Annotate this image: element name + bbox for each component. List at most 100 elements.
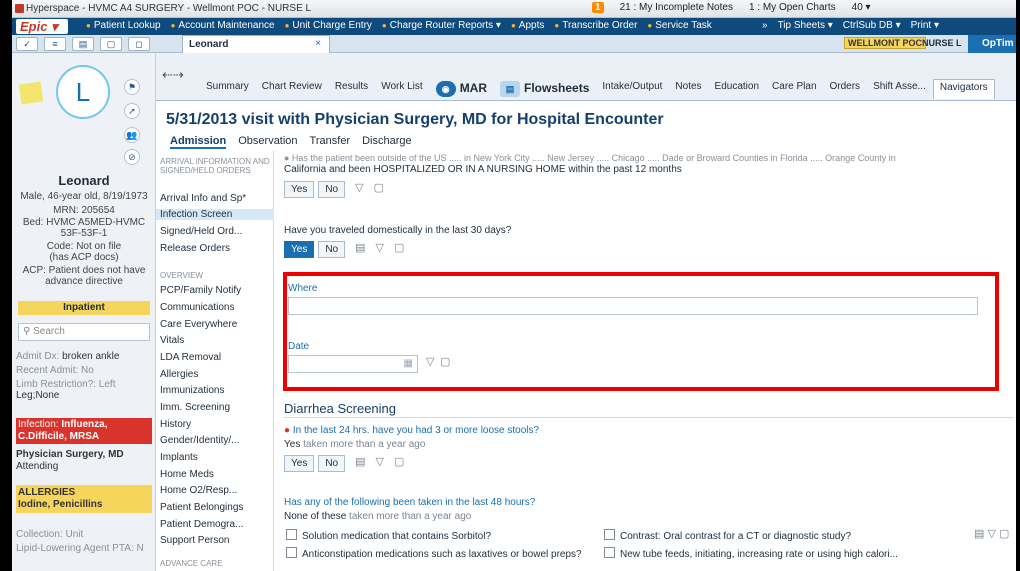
comment-icon[interactable]: ▢ (394, 455, 404, 472)
filter-icon[interactable]: ▽ (376, 455, 384, 472)
tab-flowsheets[interactable]: ▤ Flowsheets (494, 79, 596, 99)
pin-icon[interactable]: ✓ (16, 37, 38, 51)
menu-tip-sheets[interactable]: Tip Sheets ▾ (778, 20, 833, 31)
list-icon[interactable]: ≡ (44, 37, 66, 51)
tab-education[interactable]: Education (709, 79, 766, 99)
disable-icon[interactable]: ⊘ (124, 149, 140, 165)
care-team-icon[interactable]: ⚑ (124, 79, 140, 95)
domestic-travel-yes-button[interactable]: Yes (284, 241, 315, 258)
menu-ctrlsub-db[interactable]: CtrlSub DB ▾ (843, 20, 901, 31)
messages-button[interactable]: 40 ▾ (852, 2, 871, 13)
transfer-icon[interactable]: ➚ (124, 103, 140, 119)
sidebar-search-input[interactable]: ⚲ Search (18, 323, 150, 341)
nav-item-implants[interactable]: Implants (160, 452, 270, 463)
incomplete-notes-button[interactable]: 21 : My Incomplete Notes (620, 2, 733, 13)
nav-item-release-orders[interactable]: Release Orders (160, 243, 270, 254)
nav-item-vitals[interactable]: Vitals (160, 335, 270, 346)
copy-icon[interactable]: ▤ (355, 455, 365, 472)
oral-contrast-checkbox[interactable]: Contrast: Oral contrast for a CT or diag… (604, 529, 851, 542)
page-title: 5/31/2013 visit with Physician Surgery, … (166, 111, 664, 128)
attending-name[interactable]: Physician Surgery, MD (16, 449, 152, 460)
menu-unit-charge-entry[interactable]: Unit Charge Entry (285, 20, 371, 31)
copy-icon[interactable]: ▤ ▽ ▢ (974, 527, 1009, 540)
nav-item-patient-demographics[interactable]: Patient Demogra... (160, 519, 270, 530)
close-tab-icon[interactable]: × (315, 38, 321, 49)
optime-button[interactable]: OpTim (968, 35, 1016, 53)
filter-icon[interactable]: ▽ (376, 241, 384, 258)
tab-notes[interactable]: Notes (669, 79, 708, 99)
tab-shift-assessment[interactable]: Shift Asse... (867, 79, 933, 99)
team-icon[interactable]: 👥 (124, 127, 140, 143)
nav-item-communications[interactable]: Communications (160, 302, 270, 313)
tab-summary[interactable]: Summary (200, 79, 256, 99)
intl-travel-no-button[interactable]: No (318, 181, 346, 198)
menu-account-maintenance[interactable]: Account Maintenance (171, 20, 274, 31)
infection-alert[interactable]: Infection: Influenza, C.Difficile, MRSA (16, 418, 152, 444)
recent-admit: Recent Admit: No (16, 365, 94, 376)
nav-item-signed-held-orders[interactable]: Signed/Held Ord... (160, 226, 270, 237)
nav-item-immunizations[interactable]: Immunizations (160, 385, 270, 396)
sticky-note-icon[interactable] (18, 81, 44, 105)
copy-icon[interactable]: ▤ (355, 241, 365, 258)
nav-item-care-everywhere[interactable]: Care Everywhere (160, 319, 270, 330)
incomplete-count-badge[interactable]: 1 (592, 2, 604, 13)
folder-icon[interactable]: ▤ (72, 37, 94, 51)
tab-mar[interactable]: ◉ MAR (430, 79, 494, 99)
nav-item-imm-screening[interactable]: Imm. Screening (160, 402, 270, 413)
stools-no-button[interactable]: No (318, 455, 346, 472)
menu-appts[interactable]: Appts (511, 20, 545, 31)
tab-navigators[interactable]: Navigators (932, 79, 995, 99)
comment-icon[interactable]: ▢ (374, 181, 384, 198)
open-charts-button[interactable]: 1 : My Open Charts (749, 2, 836, 13)
stools-yes-button[interactable]: Yes (284, 455, 315, 472)
chat-icon[interactable]: ◻ (128, 37, 150, 51)
highlight-box (283, 272, 999, 391)
menu-charge-router-reports[interactable]: Charge Router Reports ▾ (382, 20, 501, 31)
domestic-travel-no-button[interactable]: No (318, 241, 346, 258)
epic-menu-button[interactable]: Epic ▾ (16, 19, 68, 34)
allergies-value: Iodine, Penicillins (18, 499, 103, 510)
nav-item-gender-identity[interactable]: Gender/Identity/... (160, 435, 270, 446)
nav-item-arrival-info[interactable]: Arrival Info and Sp* (160, 193, 270, 204)
tab-orders[interactable]: Orders (824, 79, 868, 99)
patient-name[interactable]: Leonard (12, 173, 156, 188)
nav-item-allergies[interactable]: Allergies (160, 369, 270, 380)
subtab-discharge[interactable]: Discharge (362, 135, 412, 149)
patient-demographics: Male, 46-year old, 8/19/1973 (20, 191, 148, 202)
subtab-observation[interactable]: Observation (238, 135, 297, 149)
nav-item-lda-removal[interactable]: LDA Removal (160, 352, 270, 363)
tab-chart-review[interactable]: Chart Review (256, 79, 329, 99)
anticonstipation-checkbox[interactable]: Anticonstipation medications such as lax… (286, 547, 582, 560)
collection-info: Collection: Unit (16, 529, 84, 540)
menu-overflow-button[interactable]: » (762, 20, 768, 31)
filter-icon[interactable]: ▽ (355, 181, 363, 198)
menu-transcribe-order[interactable]: Transcribe Order (554, 20, 637, 31)
patient-workspace-tab[interactable]: Leonard × (182, 35, 330, 53)
tab-care-plan[interactable]: Care Plan (766, 79, 823, 99)
nav-item-home-meds[interactable]: Home Meds (160, 469, 270, 480)
patient-avatar[interactable]: L (56, 65, 110, 119)
tab-intake-output[interactable]: Intake/Output (596, 79, 669, 99)
tab-results[interactable]: Results (329, 79, 375, 99)
subtab-transfer[interactable]: Transfer (310, 135, 351, 149)
sorbitol-checkbox[interactable]: Solution medication that contains Sorbit… (286, 529, 491, 542)
tab-work-list[interactable]: Work List (375, 79, 430, 99)
medications-question: Has any of the following been taken in t… (284, 497, 536, 508)
menu-print[interactable]: Print ▾ (911, 20, 939, 31)
tube-feeds-checkbox[interactable]: New tube feeds, initiating, increasing r… (604, 547, 898, 560)
subtab-admission[interactable]: Admission (170, 135, 227, 149)
nav-item-infection-screen[interactable]: Infection Screen (156, 209, 274, 220)
menu-patient-lookup[interactable]: Patient Lookup (86, 20, 161, 31)
back-forward-arrows-icon[interactable]: ⇠⇢ (162, 67, 184, 83)
nav-item-support-person[interactable]: Support Person (160, 535, 270, 546)
nav-item-patient-belongings[interactable]: Patient Belongings (160, 502, 270, 513)
nav-item-pcp-family-notify[interactable]: PCP/Family Notify (160, 285, 270, 296)
allergies-alert[interactable]: ALLERGIES Iodine, Penicillins (16, 485, 152, 513)
nav-item-home-o2[interactable]: Home O2/Resp... (160, 485, 270, 496)
window-icon[interactable]: ▢ (100, 37, 122, 51)
intl-travel-yes-button[interactable]: Yes (284, 181, 315, 198)
nav-item-history[interactable]: History (160, 419, 270, 430)
menu-service-task[interactable]: Service Task (647, 20, 712, 31)
comment-icon[interactable]: ▢ (394, 241, 404, 258)
allergies-label: ALLERGIES (18, 487, 76, 498)
